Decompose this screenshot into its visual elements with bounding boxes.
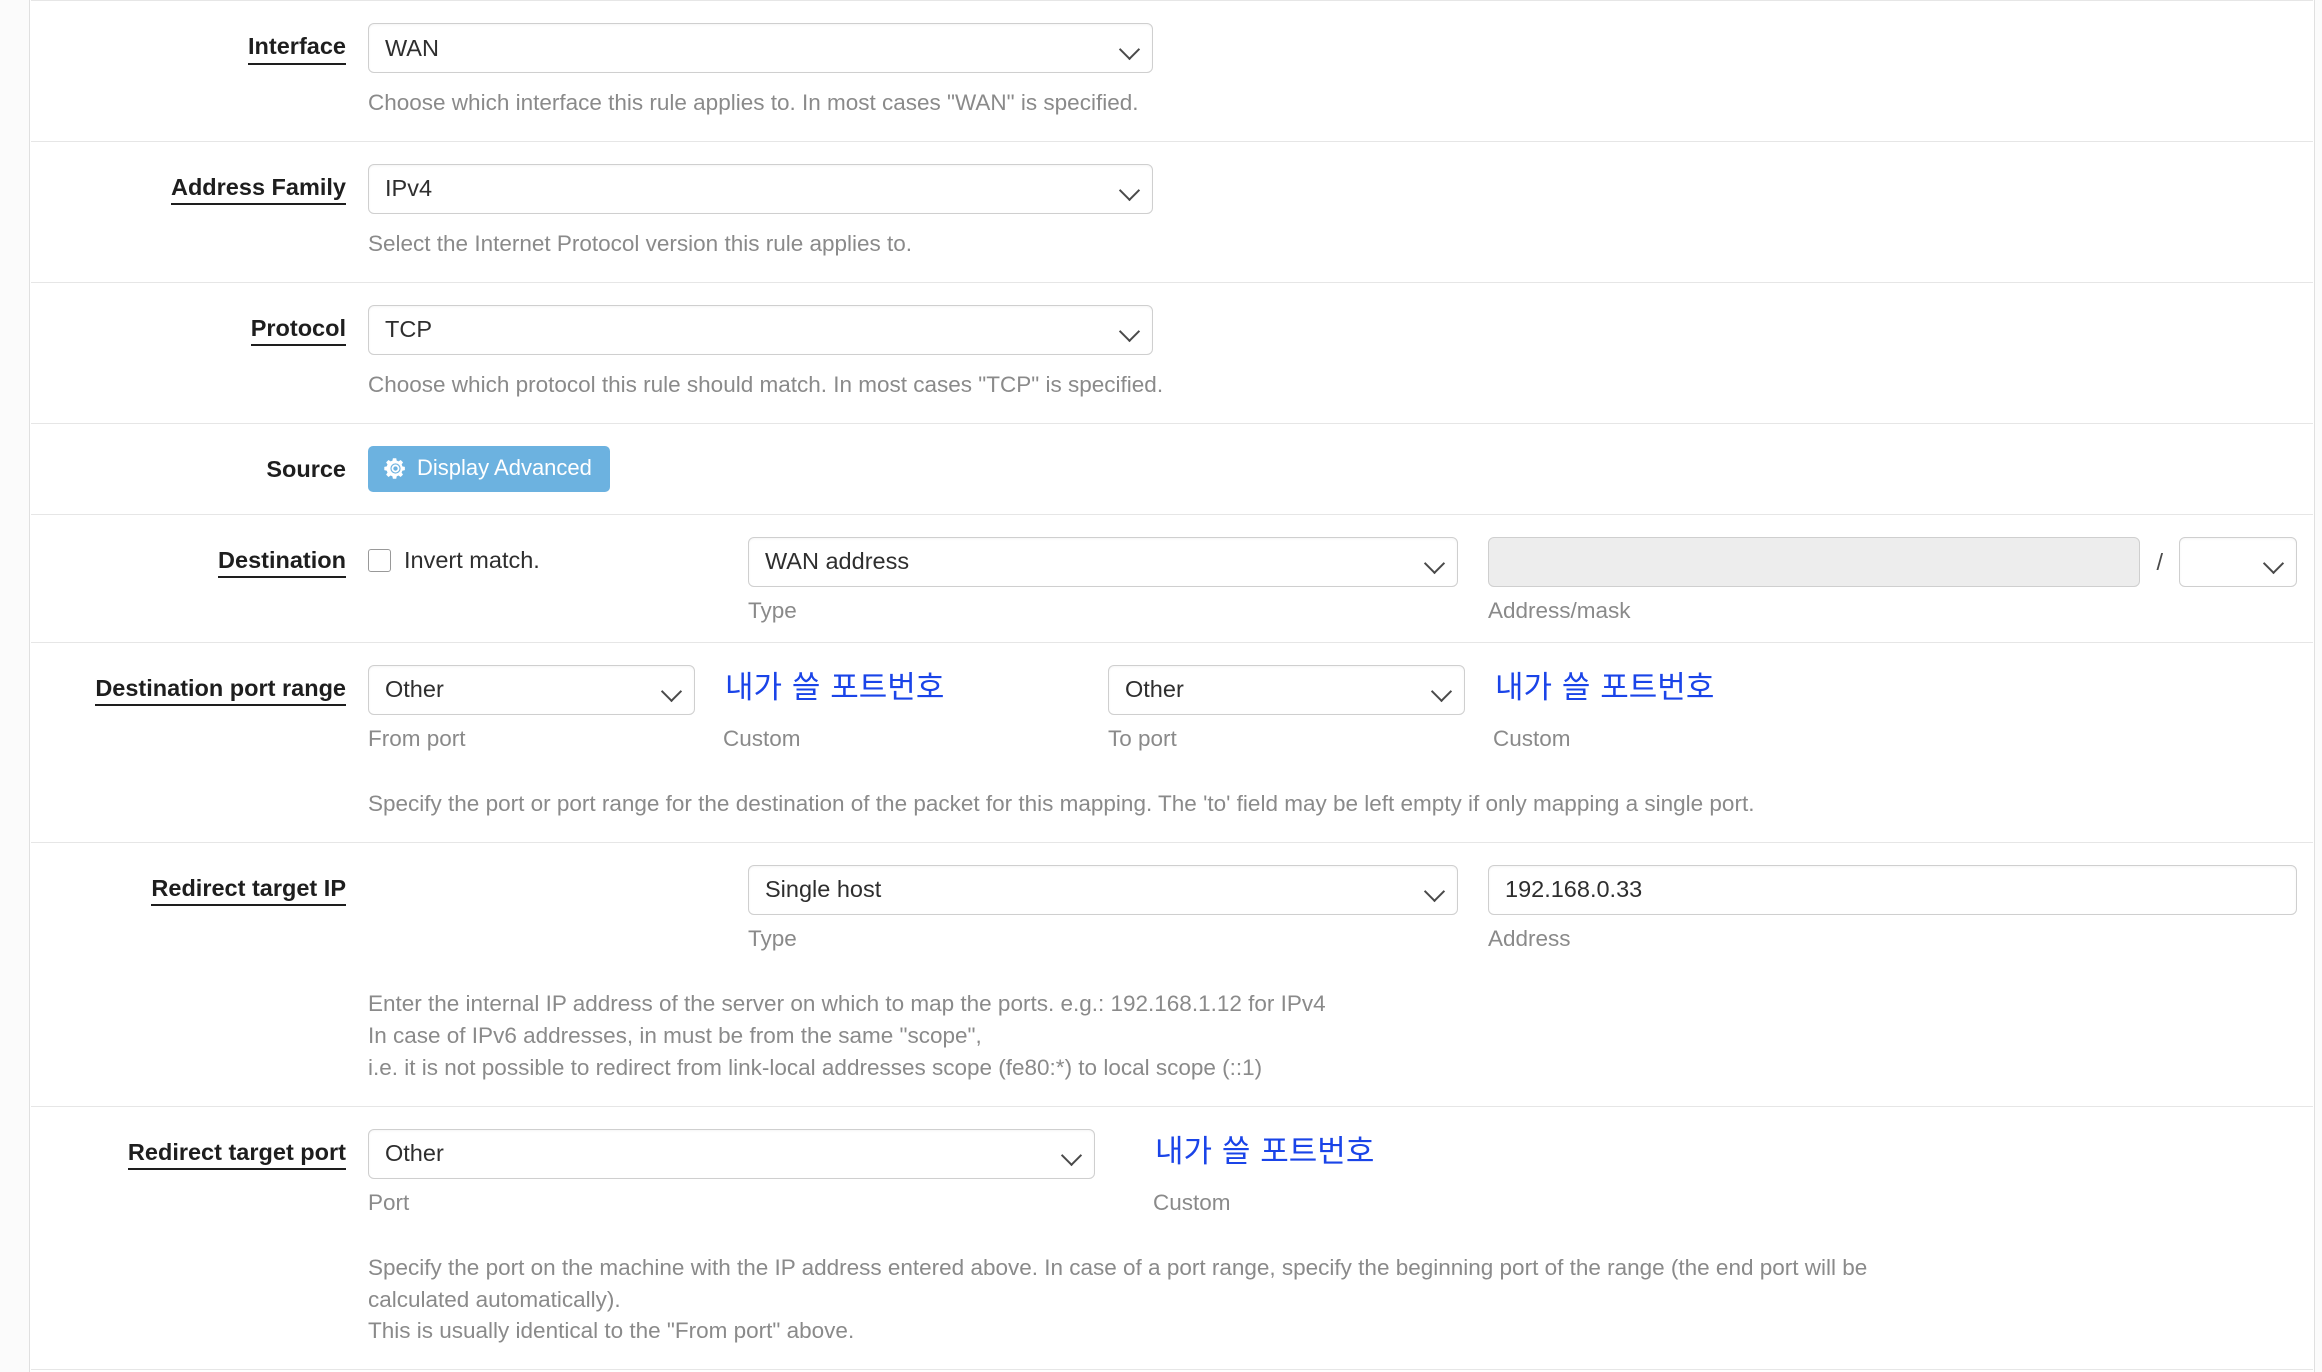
to-port-select-value: Other [1125,676,1184,703]
redirect-target-ip-address-input[interactable]: 192.168.0.33 [1488,865,2297,915]
gear-icon [383,456,408,481]
destination-port-range-label-text: Destination port range [95,673,346,707]
invert-match-checkbox[interactable] [368,549,391,572]
to-port-select[interactable]: Other [1108,665,1465,715]
redirect-target-port-select[interactable]: Other [368,1129,1095,1179]
destination-type-select[interactable]: WAN address [748,537,1458,587]
redirect-target-port-help-line-3: This is usually identical to the "From p… [368,1315,2297,1347]
destination-mask-select[interactable] [2179,537,2297,587]
redirect-target-ip-type-select[interactable]: Single host [748,865,1458,915]
interface-label-text: Interface [248,31,346,65]
from-port-caption: From port [368,715,695,752]
interface-label: Interface [31,23,368,65]
chevron-down-icon [1119,321,1140,342]
to-port-caption: To port [1108,715,1465,752]
redirect-target-ip-label: Redirect target IP [31,865,368,907]
to-port-custom-annotation: 내가 쓸 포트번호 [1495,673,1714,704]
destination-address-input[interactable] [1488,537,2140,587]
source-label-text: Source [266,454,346,485]
redirect-target-ip-help-line-2: In case of IPv6 addresses, in must be fr… [368,1020,2297,1052]
display-advanced-button-label: Display Advanced [417,457,592,479]
redirect-target-port-help-line-2: calculated automatically). [368,1284,2297,1316]
display-advanced-button[interactable]: Display Advanced [368,446,610,492]
redirect-target-ip-label-text: Redirect target IP [151,873,346,907]
address-family-help-text: Select the Internet Protocol version thi… [368,214,2297,282]
redirect-target-ip-type-caption: Type [748,915,1458,952]
form-row-address-family: Address Family IPv4 Select the Internet … [31,142,2313,283]
source-label: Source [31,446,368,485]
redirect-target-port-help-text: Specify the port on the machine with the… [368,1216,2297,1370]
chevron-down-icon [661,681,682,702]
redirect-target-ip-help-line-3: i.e. it is not possible to redirect from… [368,1052,2297,1084]
destination-label: Destination [31,537,368,579]
redirect-target-port-label: Redirect target port [31,1129,368,1171]
redirect-target-port-select-value: Other [385,1140,444,1167]
nat-port-forward-form-page: Interface WAN Choose which interface thi… [0,0,2322,1372]
chevron-down-icon [1431,681,1452,702]
invert-match-checkbox-group[interactable]: Invert match. [368,537,748,574]
destination-type-caption: Type [748,587,1458,624]
redirect-target-port-custom-caption: Custom [1153,1179,2297,1216]
address-family-label: Address Family [31,164,368,206]
destination-label-text: Destination [218,545,346,579]
chevron-down-icon [1119,39,1140,60]
protocol-select-value: TCP [385,316,432,343]
redirect-target-ip-help-text: Enter the internal IP address of the ser… [368,952,2297,1106]
form-row-source: Source Display Advanced [31,424,2313,515]
protocol-label-text: Protocol [251,313,346,347]
destination-address-caption: Address/mask [1488,587,2297,624]
destination-port-range-help-text: Specify the port or port range for the d… [368,752,2297,842]
redirect-target-port-custom-annotation: 내가 쓸 포트번호 [1155,1137,1374,1168]
from-port-custom-annotation: 내가 쓸 포트번호 [725,673,944,704]
form-row-destination: Destination Invert match. [31,515,2313,643]
chevron-down-icon [1061,1144,1082,1165]
form-row-interface: Interface WAN Choose which interface thi… [31,0,2313,142]
chevron-down-icon [2263,553,2284,574]
protocol-help-text: Choose which protocol this rule should m… [368,355,2297,423]
redirect-target-port-help-line-1: Specify the port on the machine with the… [368,1252,2297,1284]
redirect-target-ip-address-caption: Address [1488,915,2297,952]
redirect-target-port-label-text: Redirect target port [128,1137,346,1171]
address-family-label-text: Address Family [171,172,346,206]
interface-select[interactable]: WAN [368,23,1153,73]
redirect-target-port-caption: Port [368,1179,1095,1216]
address-mask-separator: / [2140,537,2179,587]
form-row-protocol: Protocol TCP Choose which protocol this … [31,283,2313,424]
address-family-select-value: IPv4 [385,175,432,202]
from-port-custom-caption: Custom [723,715,1080,752]
chevron-down-icon [1424,553,1445,574]
redirect-target-ip-type-value: Single host [765,876,881,903]
page-left-gutter [0,0,30,1372]
form-row-destination-port-range: Destination port range Other From port [31,643,2313,843]
from-port-select-value: Other [385,676,444,703]
redirect-target-ip-address-value: 192.168.0.33 [1505,876,1642,903]
interface-help-text: Choose which interface this rule applies… [368,73,2297,141]
from-port-select[interactable]: Other [368,665,695,715]
port-forward-edit-form: Interface WAN Choose which interface thi… [31,0,2313,1372]
destination-type-select-value: WAN address [765,548,909,575]
form-row-redirect-target-ip: Redirect target IP Single host Type [31,843,2313,1107]
protocol-select[interactable]: TCP [368,305,1153,355]
destination-port-range-label: Destination port range [31,665,368,707]
to-port-custom-caption: Custom [1493,715,2297,752]
form-row-redirect-target-port: Redirect target port Other Port [31,1107,2313,1371]
protocol-label: Protocol [31,305,368,347]
chevron-down-icon [1424,881,1445,902]
redirect-target-ip-help-line-1: Enter the internal IP address of the ser… [368,988,2297,1020]
page-right-gutter [2314,0,2322,1372]
chevron-down-icon [1119,180,1140,201]
invert-match-label: Invert match. [404,547,540,574]
interface-select-value: WAN [385,35,439,62]
address-family-select[interactable]: IPv4 [368,164,1153,214]
